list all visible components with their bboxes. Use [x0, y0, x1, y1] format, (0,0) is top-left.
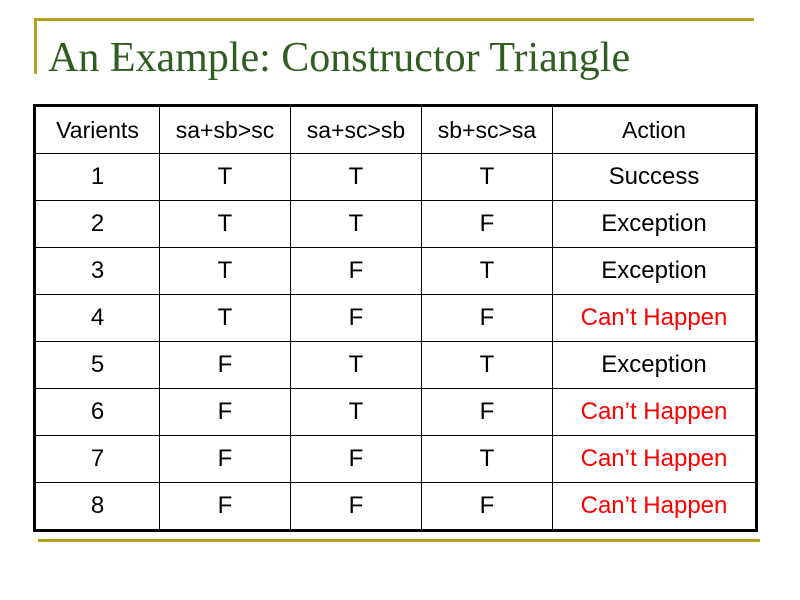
cell-action: Success	[552, 153, 757, 201]
cell-action: Can’t Happen	[552, 388, 757, 436]
table-row: 3 T F T Exception	[34, 247, 757, 295]
cell-variant: 4	[34, 294, 160, 342]
cell-condition-sa-sc: T	[290, 341, 422, 389]
cell-condition-sa-sb: F	[159, 435, 291, 483]
cell-condition-sa-sc: F	[290, 435, 422, 483]
cell-action: Can’t Happen	[552, 482, 757, 531]
table-row: 2 T T F Exception	[34, 200, 757, 248]
cell-action: Can’t Happen	[552, 294, 757, 342]
cell-action: Can’t Happen	[552, 435, 757, 483]
cell-variant: 6	[34, 388, 160, 436]
cell-condition-sa-sb: T	[159, 200, 291, 248]
header-variants: Varients	[34, 105, 160, 154]
cell-variant: 1	[34, 153, 160, 201]
cell-action: Exception	[552, 341, 757, 389]
variants-table-container: Varients sa+sb>sc sa+sc>sb sb+sc>sa Acti…	[33, 104, 758, 532]
cell-condition-sa-sc: F	[290, 294, 422, 342]
cell-action: Exception	[552, 247, 757, 295]
cell-condition-sa-sc: T	[290, 388, 422, 436]
cell-condition-sb-sc: F	[421, 200, 553, 248]
cell-condition-sa-sb: F	[159, 482, 291, 531]
cell-condition-sa-sc: T	[290, 200, 422, 248]
cell-action: Exception	[552, 200, 757, 248]
table-row: 7 F F T Can’t Happen	[34, 435, 757, 483]
header-condition-sa-sb: sa+sb>sc	[159, 105, 291, 154]
cell-condition-sb-sc: T	[421, 153, 553, 201]
cell-variant: 8	[34, 482, 160, 531]
header-action: Action	[552, 105, 757, 154]
table-row: 1 T T T Success	[34, 153, 757, 201]
title-top-rule	[34, 18, 754, 21]
cell-condition-sa-sc: T	[290, 153, 422, 201]
cell-condition-sa-sc: F	[290, 482, 422, 531]
cell-condition-sa-sc: F	[290, 247, 422, 295]
table-row: 8 F F F Can’t Happen	[34, 482, 757, 531]
cell-condition-sb-sc: F	[421, 294, 553, 342]
cell-condition-sb-sc: T	[421, 435, 553, 483]
cell-condition-sa-sb: F	[159, 341, 291, 389]
table-row: 4 T F F Can’t Happen	[34, 294, 757, 342]
table-row: 6 F T F Can’t Happen	[34, 388, 757, 436]
table-row: 5 F T T Exception	[34, 341, 757, 389]
cell-variant: 7	[34, 435, 160, 483]
cell-condition-sb-sc: F	[421, 388, 553, 436]
cell-variant: 5	[34, 341, 160, 389]
cell-condition-sb-sc: F	[421, 482, 553, 531]
title-left-rule	[34, 18, 37, 74]
cell-condition-sa-sb: T	[159, 294, 291, 342]
variants-table: Varients sa+sb>sc sa+sc>sb sb+sc>sa Acti…	[33, 104, 758, 532]
slide-title: An Example: Constructor Triangle	[48, 35, 631, 81]
table-body: 1 T T T Success 2 T T F Exception 3 T F T Exception 4 T F…	[34, 153, 757, 531]
cell-condition-sa-sb: F	[159, 388, 291, 436]
header-condition-sb-sc: sb+sc>sa	[421, 105, 553, 154]
cell-condition-sb-sc: T	[421, 247, 553, 295]
cell-condition-sb-sc: T	[421, 341, 553, 389]
cell-condition-sa-sb: T	[159, 153, 291, 201]
bottom-rule	[38, 539, 760, 542]
cell-variant: 3	[34, 247, 160, 295]
cell-condition-sa-sb: T	[159, 247, 291, 295]
cell-variant: 2	[34, 200, 160, 248]
header-condition-sa-sc: sa+sc>sb	[290, 105, 422, 154]
table-header-row: Varients sa+sb>sc sa+sc>sb sb+sc>sa Acti…	[34, 105, 757, 154]
